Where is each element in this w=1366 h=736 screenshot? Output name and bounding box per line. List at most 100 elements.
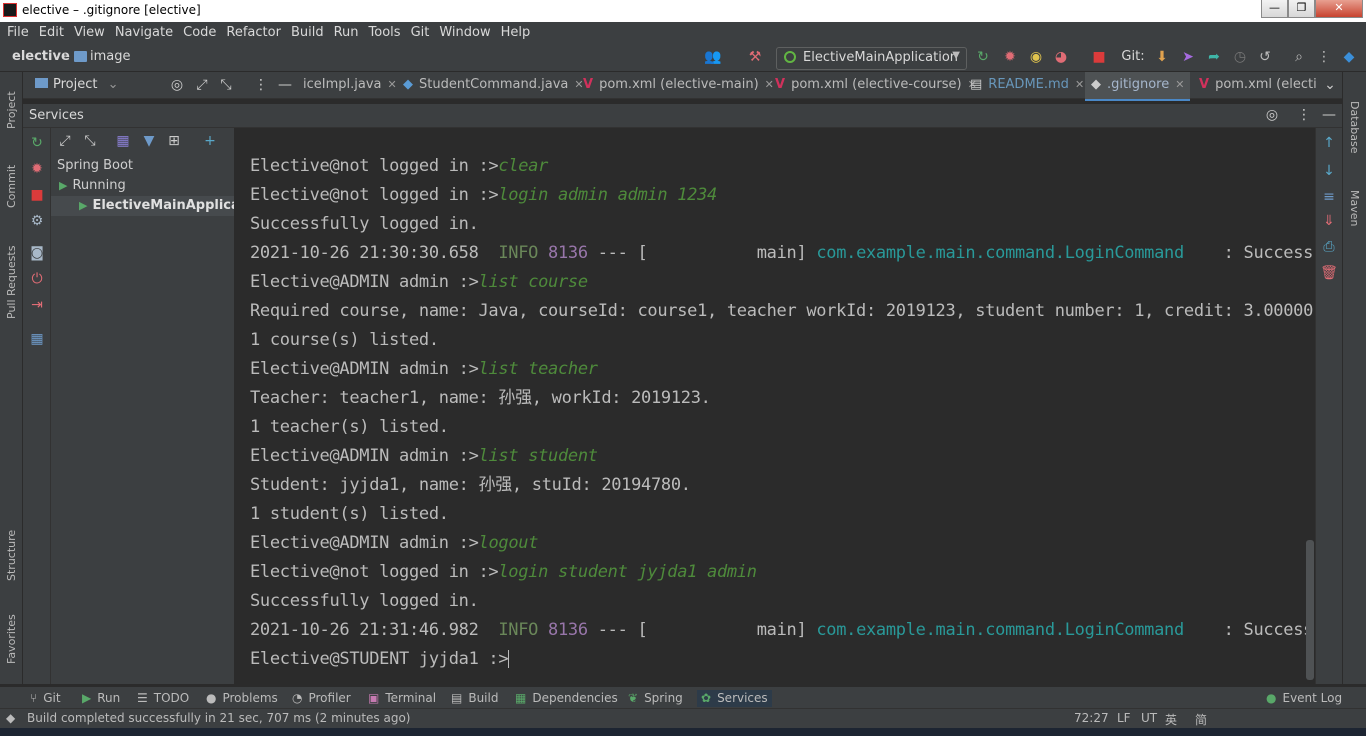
menu-help[interactable]: Help [501, 25, 531, 40]
ime-mode[interactable]: 简 [1195, 711, 1207, 728]
tool-tab-commit[interactable]: Commit [1, 156, 22, 216]
menu-code[interactable]: Code [183, 25, 216, 40]
menu-build[interactable]: Build [291, 25, 324, 40]
close-tab-icon[interactable]: ✕ [1175, 78, 1184, 91]
console-scrollbar[interactable] [1306, 540, 1314, 680]
menu-git[interactable]: Git [411, 25, 430, 40]
line-separator[interactable]: LF [1117, 711, 1131, 725]
status-message[interactable]: Build completed successfully in 21 sec, … [27, 711, 410, 725]
settings-target-icon[interactable]: ◎ [1263, 106, 1281, 124]
search-icon[interactable]: ⌕ [1290, 48, 1308, 66]
tree-item-running[interactable]: ▶ Running [51, 176, 234, 196]
git-push-icon[interactable]: ➦ [1205, 48, 1223, 66]
editor-tab[interactable]: ▤ README.md ✕ [970, 72, 1084, 99]
editor-tab-active[interactable]: ◆ .gitignore ✕ [1085, 72, 1191, 101]
bottom-tab-terminal[interactable]: ▣ Terminal [368, 690, 436, 707]
tool-tab-favorites[interactable]: Favorites [1, 604, 22, 674]
menu-edit[interactable]: Edit [39, 25, 64, 40]
project-panel-header[interactable]: Project ⌄ [35, 77, 119, 92]
bottom-tab-services[interactable]: ✿ Services [697, 690, 772, 707]
more-icon[interactable]: ⋮ [1295, 106, 1313, 124]
tool-tab-pull-requests[interactable]: Pull Requests [1, 232, 22, 332]
more-icon[interactable]: ⋮ [1315, 48, 1333, 66]
tool-tab-project[interactable]: Project [1, 80, 22, 140]
tool-tab-database[interactable]: Database [1344, 92, 1365, 162]
history-icon[interactable]: ◷ [1231, 48, 1249, 66]
menu-refactor[interactable]: Refactor [226, 25, 281, 40]
breadcrumb-folder[interactable]: image [90, 49, 131, 64]
menu-file[interactable]: File [7, 25, 29, 40]
rerun-icon[interactable]: ↻ [974, 48, 992, 66]
editor-tab[interactable]: iceImpl.java ✕ [303, 72, 397, 99]
stop-icon[interactable]: ■ [1090, 48, 1108, 66]
git-update-icon[interactable]: ⬇ [1153, 48, 1171, 66]
collapse-icon[interactable]: ⤡ [217, 76, 235, 94]
exit-icon[interactable]: ⇥ [28, 296, 46, 314]
close-tab-icon[interactable]: ✕ [1075, 78, 1084, 91]
rerun-icon[interactable]: ↻ [28, 134, 46, 152]
add-service-icon[interactable]: + [201, 132, 219, 150]
run-configuration-select[interactable]: ElectiveMainApplication ▼ [776, 47, 967, 70]
expand-all-icon[interactable]: ⤢ [56, 132, 74, 150]
bottom-tab-spring[interactable]: ❦ Spring [628, 690, 683, 707]
editor-tab[interactable]: ◆ StudentCommand.java ✕ [403, 72, 584, 99]
tree-item-elective-main-application[interactable]: ▶ ElectiveMainApplicatio [51, 196, 234, 216]
debug-icon[interactable]: ✹ [28, 160, 46, 178]
close-button[interactable]: ✕ [1315, 0, 1363, 18]
tool-tab-structure[interactable]: Structure [1, 520, 22, 590]
file-encoding[interactable]: UT [1141, 711, 1157, 725]
menu-view[interactable]: View [74, 25, 105, 40]
up-arrow-icon[interactable]: ↑ [1320, 134, 1338, 152]
new-tab-icon[interactable]: ⊞ [165, 132, 183, 150]
bottom-tab-dependencies[interactable]: ▦ Dependencies [515, 690, 618, 707]
plug-icon[interactable]: ⏻ [28, 270, 46, 288]
build-hammer-icon[interactable]: ⚒ [746, 48, 764, 66]
close-tab-icon[interactable]: ✕ [388, 78, 397, 91]
hide-icon[interactable]: — [276, 76, 294, 94]
down-arrow-icon[interactable]: ↓ [1320, 162, 1338, 180]
menu-run[interactable]: Run [334, 25, 359, 40]
editor-tab[interactable]: Vpom.xml (elective-course) ✕ [775, 72, 977, 99]
console-output[interactable]: Elective@not logged in :>clear Elective@n… [235, 128, 1315, 684]
ime-language[interactable]: 英 [1165, 711, 1177, 728]
print-icon[interactable]: ⎙ [1320, 238, 1338, 256]
hide-panel-icon[interactable]: — [1320, 106, 1338, 124]
options-icon[interactable]: ⋮ [252, 76, 270, 94]
close-tab-icon[interactable]: ✕ [765, 78, 774, 91]
add-user-icon[interactable]: 👥 [704, 48, 722, 66]
minimize-button[interactable]: — [1261, 0, 1288, 18]
coverage-icon[interactable]: ◉ [1027, 48, 1045, 66]
bottom-tab-event-log[interactable]: ● Event Log [1266, 690, 1342, 707]
tool-tab-maven[interactable]: Maven [1344, 178, 1365, 238]
camera-icon[interactable]: ◙ [28, 244, 46, 262]
locate-icon[interactable]: ◎ [168, 76, 186, 94]
collapse-all-icon[interactable]: ⤡ [81, 132, 99, 150]
jetbrains-icon[interactable]: ◆ [1340, 48, 1358, 66]
bottom-tab-build[interactable]: ▤ Build [451, 690, 498, 707]
layout-icon[interactable]: ▦ [28, 330, 46, 348]
menu-window[interactable]: Window [439, 25, 490, 40]
trash-icon[interactable]: 🗑 [1320, 264, 1338, 282]
breadcrumb-project[interactable]: elective [12, 49, 70, 64]
git-commit-icon[interactable]: ➤ [1179, 48, 1197, 66]
group-icon[interactable]: ▦ [114, 132, 132, 150]
bottom-tab-profiler[interactable]: ◔ Profiler [292, 690, 351, 707]
maximize-button[interactable]: ❐ [1288, 0, 1315, 18]
debug-icon[interactable]: ✹ [1001, 48, 1019, 66]
bottom-tab-todo[interactable]: ☰ TODO [137, 690, 189, 707]
tree-item-spring-boot[interactable]: Spring Boot [51, 156, 234, 176]
gear-icon[interactable]: ⚙ [28, 212, 46, 230]
editor-tab[interactable]: Vpom.xml (elective-main) ✕ [583, 72, 774, 99]
rollback-icon[interactable]: ↺ [1256, 48, 1274, 66]
filter-icon[interactable]: ▼ [140, 132, 158, 150]
profile-icon[interactable]: ◕ [1052, 48, 1070, 66]
stop-icon[interactable]: ■ [28, 186, 46, 204]
editor-tab[interactable]: Vpom.xml (electiv [1199, 72, 1317, 99]
menu-navigate[interactable]: Navigate [115, 25, 173, 40]
tab-list-chevron-icon[interactable]: ⌄ [1321, 76, 1339, 94]
menu-tools[interactable]: Tools [369, 25, 401, 40]
bottom-tab-run[interactable]: ▶ Run [82, 690, 120, 707]
soft-wrap-icon[interactable]: ≡ [1320, 188, 1338, 206]
caret-position[interactable]: 72:27 [1074, 711, 1109, 725]
bottom-tab-git[interactable]: ⑂ Git [30, 690, 61, 707]
